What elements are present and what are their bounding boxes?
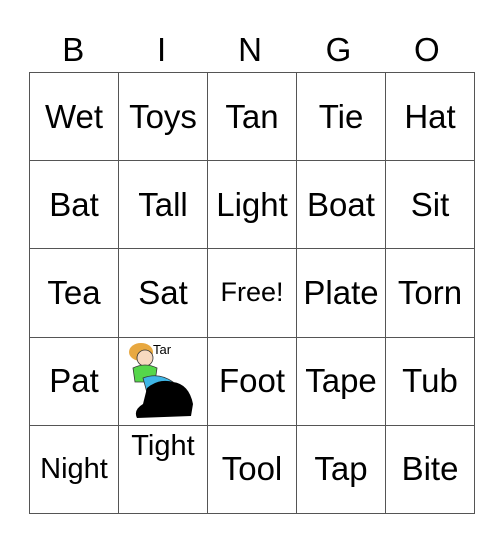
header-letter: G — [325, 31, 352, 68]
header-letter: N — [238, 31, 262, 68]
bingo-cell[interactable]: Wet — [29, 71, 119, 162]
free-space-cell[interactable]: Free! — [207, 248, 297, 338]
bingo-cell[interactable]: Boat — [296, 160, 386, 250]
bingo-row: Night Tight Tool Tap Bite — [29, 424, 475, 515]
bingo-cell[interactable]: Tub — [385, 336, 475, 426]
bingo-cell[interactable]: Night — [29, 424, 119, 515]
bingo-row: Wet Toys Tan Tie Hat — [29, 71, 475, 162]
bingo-cell[interactable]: Light — [207, 160, 297, 250]
bingo-cell[interactable]: Toys — [118, 71, 208, 162]
bingo-cell[interactable]: Sat — [118, 248, 208, 338]
bingo-cell[interactable]: Tool — [207, 424, 297, 515]
image-label: Tar — [153, 341, 172, 357]
bingo-cell[interactable]: Tall — [118, 160, 208, 250]
bingo-cell[interactable]: Bite — [385, 424, 475, 515]
header-letter: O — [413, 31, 440, 68]
bingo-cell[interactable]: Foot — [207, 336, 297, 426]
bingo-cell[interactable]: Tea — [29, 248, 119, 338]
bingo-cell[interactable]: Sit — [385, 160, 475, 250]
bingo-header: B I N G O — [29, 28, 471, 72]
bingo-cell[interactable]: Torn — [385, 248, 475, 338]
bingo-row: Pat Tar Foot Tape Tub — [29, 336, 475, 426]
bingo-card: Wet Toys Tan Tie Hat Bat Tall Light Boat… — [29, 71, 475, 515]
bingo-cell[interactable]: Tight — [118, 424, 208, 515]
bingo-cell[interactable]: Pat — [29, 336, 119, 426]
bingo-cell[interactable]: Tan — [207, 71, 297, 162]
bingo-cell[interactable]: Plate — [296, 248, 386, 338]
bingo-cell[interactable]: Bat — [29, 160, 119, 250]
bingo-cell[interactable]: Tape — [296, 336, 386, 426]
image-cell[interactable]: Tar — [118, 336, 208, 426]
bingo-cell[interactable]: Tie — [296, 71, 386, 162]
cell-text: Tight — [131, 429, 195, 462]
header-letter: I — [157, 31, 167, 68]
bingo-row: Tea Sat Free! Plate Torn — [29, 248, 475, 338]
bingo-cell[interactable]: Hat — [385, 71, 475, 162]
header-letter: B — [62, 31, 85, 68]
bingo-row: Bat Tall Light Boat Sit — [29, 160, 475, 250]
bingo-cell[interactable]: Tap — [296, 424, 386, 515]
